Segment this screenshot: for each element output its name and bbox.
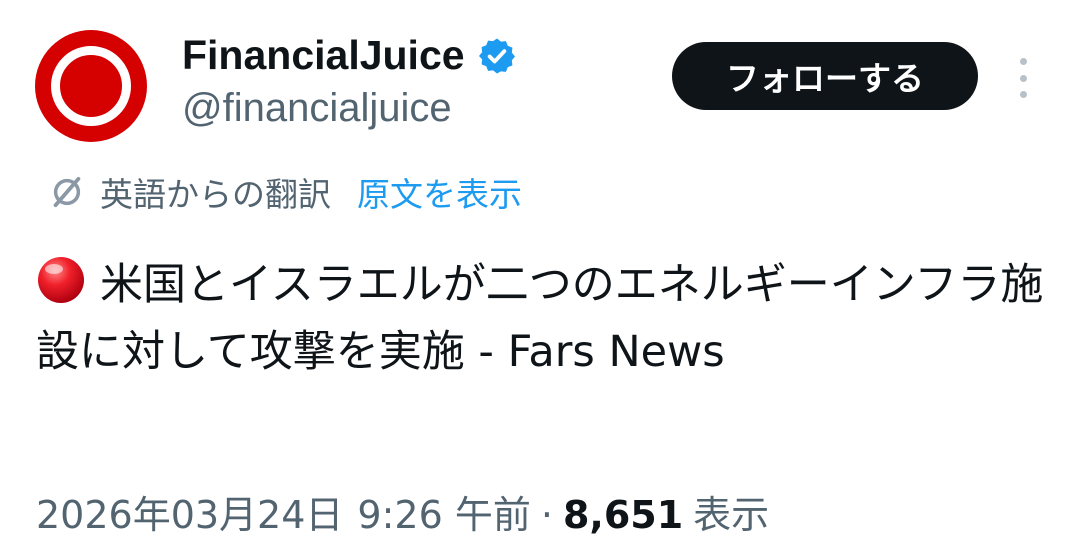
- tweet-time[interactable]: 9:26 午前: [357, 484, 530, 539]
- more-dot: [1019, 58, 1027, 65]
- meta-separator: ·: [540, 493, 553, 537]
- translation-row: 英語からの翻訳 原文を表示: [46, 168, 522, 216]
- follow-button[interactable]: フォローする: [672, 42, 978, 110]
- avatar[interactable]: [35, 30, 147, 142]
- translated-from-label: 英語からの翻訳: [100, 175, 331, 214]
- show-original-link[interactable]: 原文を表示: [357, 168, 522, 216]
- verified-badge-icon: [478, 38, 515, 73]
- account-name-row: FinancialJuice: [182, 32, 517, 79]
- tweet-meta: 2026年03月24日 9:26 午前 · 8,651 表示: [36, 484, 769, 539]
- avatar-logo-core: [63, 58, 119, 114]
- avatar-logo-ring: [51, 46, 131, 126]
- translate-slash-icon: [53, 176, 81, 208]
- views-label: 表示: [693, 493, 770, 537]
- more-vertical-icon[interactable]: [1010, 58, 1036, 98]
- tweet-body-text: 米国とイスラエルが二つのエネルギーインフラ施設に対して攻撃を実施 - Fars …: [36, 260, 1044, 377]
- display-name[interactable]: FinancialJuice: [182, 32, 465, 79]
- red-circle-emoji-icon: [38, 257, 84, 303]
- views-count: 8,651: [562, 493, 684, 537]
- tweet-text: 米国とイスラエルが二つのエネルギーインフラ施設に対して攻撃を実施 - Fars …: [36, 252, 1046, 386]
- tweet-date[interactable]: 2026年03月24日: [36, 484, 343, 539]
- account-handle[interactable]: @financialjuice: [182, 86, 452, 131]
- more-dot: [1019, 74, 1027, 82]
- more-dot: [1019, 91, 1027, 98]
